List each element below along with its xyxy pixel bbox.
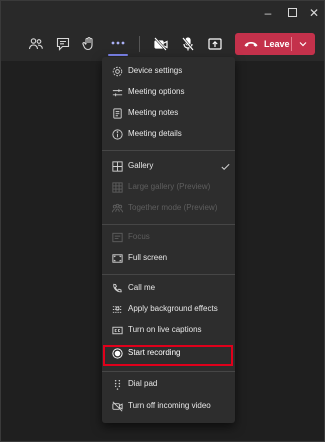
toolbar-divider — [139, 36, 140, 52]
meeting-toolbar: Leave — [1, 27, 324, 61]
menu-item-label: Meeting options — [128, 87, 185, 96]
raise-hand-icon — [82, 36, 93, 51]
microphone-button[interactable] — [178, 34, 198, 54]
maximize-icon — [287, 8, 297, 17]
menu-item-label: Focus — [128, 232, 150, 241]
phone-icon — [111, 282, 124, 295]
menu-item-call-me[interactable]: Call me — [102, 279, 235, 299]
leave-button[interactable]: Leave — [235, 33, 315, 55]
share-tray-icon — [208, 38, 222, 50]
notes-icon — [111, 107, 124, 120]
title-bar: – ✕ — [1, 1, 324, 27]
menu-item-meeting-notes[interactable]: Meeting notes — [102, 104, 235, 124]
together-icon — [111, 202, 124, 215]
menu-separator — [102, 274, 235, 275]
menu-item-label: Meeting details — [128, 129, 182, 138]
menu-item-label: Meeting notes — [128, 108, 179, 117]
menu-item-label: Call me — [128, 283, 156, 292]
chevron-down-icon[interactable] — [297, 38, 309, 50]
menu-item-meeting-details[interactable]: Meeting details — [102, 125, 235, 145]
menu-item-label: Together mode (Preview) — [128, 203, 218, 212]
sliders-icon — [111, 86, 124, 99]
grid-icon — [111, 160, 124, 173]
menu-separator — [102, 150, 235, 151]
menu-item-focus: Focus — [102, 228, 235, 248]
menu-item-label: Device settings — [128, 66, 183, 75]
minimize-button[interactable]: – — [259, 4, 277, 22]
menu-item-gallery[interactable]: Gallery — [102, 157, 235, 177]
menu-item-label: Full screen — [128, 253, 168, 262]
hang-up-icon — [244, 42, 258, 47]
menu-item-label: Apply background effects — [128, 304, 218, 313]
menu-item-turn-off-incoming-video[interactable]: Turn off incoming video — [102, 397, 235, 417]
background-effects-icon — [111, 303, 124, 316]
menu-item-meeting-options[interactable]: Meeting options — [102, 83, 235, 103]
large-grid-icon — [111, 181, 124, 194]
camera-off-icon — [154, 37, 168, 51]
menu-item-dial-pad[interactable]: Dial pad — [102, 375, 235, 395]
menu-item-label: Turn on live captions — [128, 325, 202, 334]
menu-item-large-gallery: Large gallery (Preview) — [102, 178, 235, 198]
menu-item-label: Turn off incoming video — [128, 401, 211, 410]
checkmark-icon — [221, 163, 230, 170]
menu-item-device-settings[interactable]: Device settings — [102, 62, 235, 82]
menu-item-label: Gallery — [128, 161, 154, 170]
more-actions-icon — [111, 41, 125, 45]
share-button[interactable] — [205, 34, 225, 54]
menu-separator — [102, 371, 235, 372]
fullscreen-icon — [111, 252, 124, 265]
more-actions-button[interactable] — [105, 32, 131, 56]
leave-divider — [291, 37, 292, 51]
close-button[interactable]: ✕ — [305, 4, 323, 22]
raise-hand-button[interactable] — [79, 34, 99, 54]
info-icon — [111, 128, 124, 141]
start-recording-highlight-box — [103, 345, 233, 366]
menu-item-label: Large gallery (Preview) — [128, 182, 211, 191]
menu-item-label: Dial pad — [128, 379, 158, 388]
menu-item-live-captions[interactable]: Turn on live captions — [102, 321, 235, 341]
captions-icon — [111, 324, 124, 337]
mic-off-icon — [182, 37, 194, 51]
menu-separator — [102, 224, 235, 225]
leave-label: Leave — [264, 39, 290, 49]
more-actions-menu: Device settings Meeting options Meeting … — [102, 57, 235, 423]
menu-item-full-screen[interactable]: Full screen — [102, 249, 235, 269]
gear-icon — [111, 65, 124, 78]
dialpad-icon — [111, 378, 124, 391]
menu-item-background-effects[interactable]: Apply background effects — [102, 300, 235, 320]
participants-button[interactable] — [26, 34, 46, 54]
focus-icon — [111, 231, 124, 244]
video-off-icon — [111, 400, 124, 413]
chat-icon — [56, 37, 70, 51]
chat-button[interactable] — [53, 34, 73, 54]
camera-button[interactable] — [151, 34, 171, 54]
maximize-button[interactable] — [283, 4, 301, 22]
menu-item-together-mode: Together mode (Preview) — [102, 199, 235, 219]
participants-icon — [28, 38, 43, 50]
